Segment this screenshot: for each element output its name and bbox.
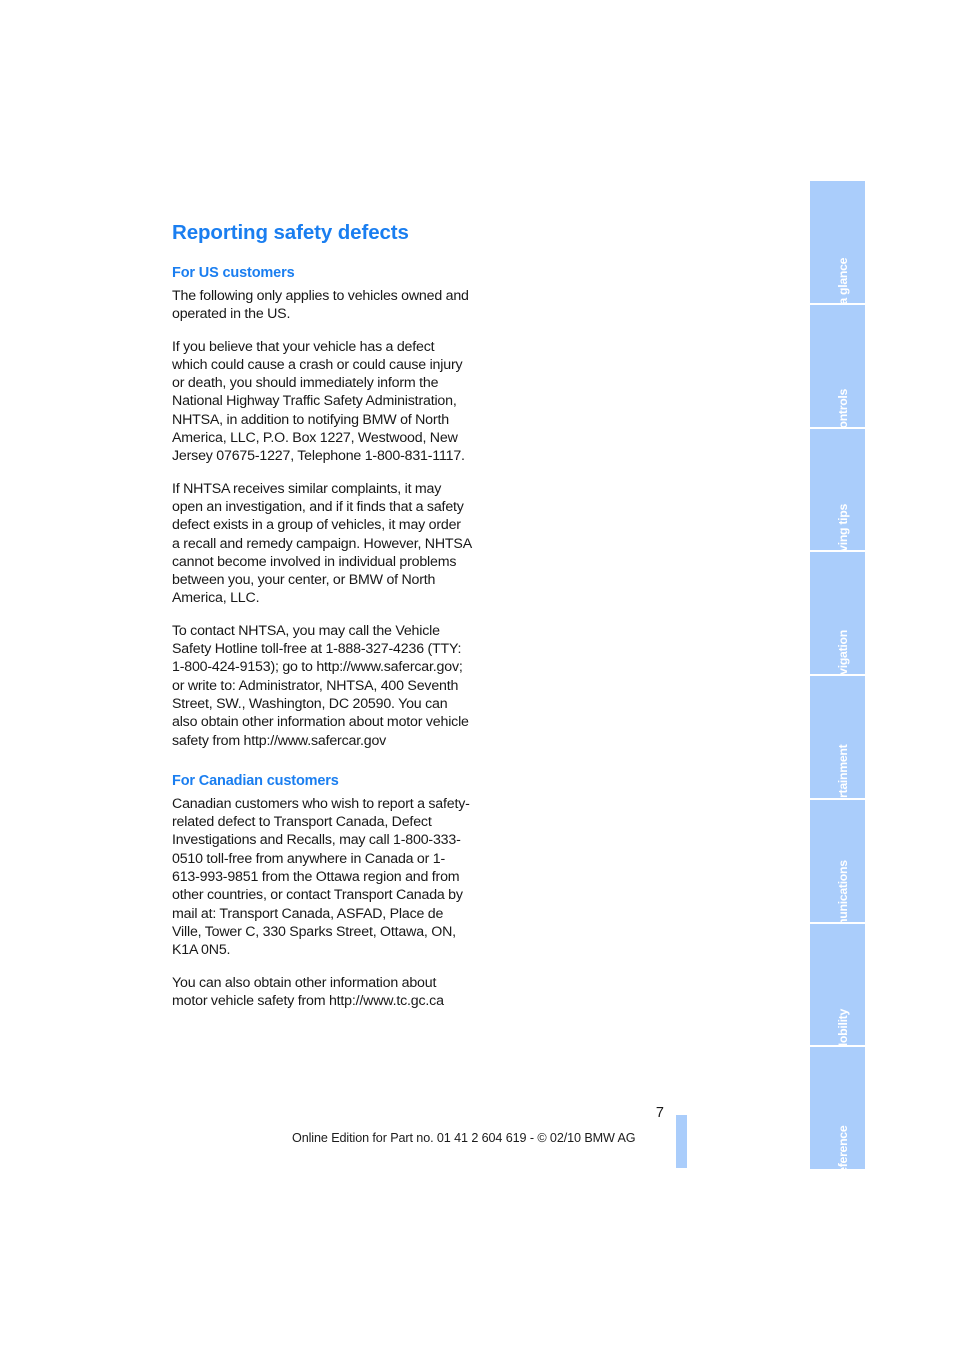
tab-label: Navigation	[836, 630, 850, 676]
paragraph: To contact NHTSA, you may call the Vehic…	[172, 622, 469, 749]
tab-label: Reference	[836, 1125, 850, 1169]
tab-label: Communications	[836, 859, 850, 924]
thumb-index-tab-strip: At a glance Controls Driving tips Naviga…	[810, 181, 865, 1169]
page-number: 7	[655, 1105, 664, 1121]
tab-navigation[interactable]: Navigation	[810, 552, 865, 676]
page-title: Reporting safety defects	[172, 221, 409, 244]
tab-driving-tips[interactable]: Driving tips	[810, 428, 865, 553]
section-heading-us-customers: For US customers	[172, 265, 295, 281]
paragraph: Canadian customers who wish to report a …	[172, 795, 470, 959]
paragraph: The following only applies to vehicles o…	[172, 288, 469, 323]
tab-entertainment[interactable]: Entertainment	[810, 676, 865, 800]
tab-label: Entertainment	[836, 744, 850, 800]
tab-at-a-glance[interactable]: At a glance	[810, 181, 865, 305]
tab-label: Controls	[836, 388, 850, 429]
footer-note: Online Edition for Part no. 01 41 2 604 …	[292, 1131, 636, 1145]
tab-communications[interactable]: Communications	[810, 799, 865, 924]
main-content-column: Reporting safety defects For US customer…	[172, 222, 472, 1010]
tab-label: At a glance	[836, 257, 850, 305]
section-heading-canadian-customers: For Canadian customers	[172, 772, 339, 789]
page-edge-marker	[676, 1115, 687, 1168]
paragraph: If you believe that your vehicle has a d…	[172, 338, 465, 465]
paragraph: If NHTSA receives similar complaints, it…	[172, 480, 472, 607]
tab-label: Driving tips	[836, 504, 850, 553]
manual-page: Reporting safety defects For US customer…	[0, 0, 954, 1350]
tab-label: Mobility	[836, 1009, 850, 1048]
tab-controls[interactable]: Controls	[810, 304, 865, 429]
paragraph: You can also obtain other information ab…	[172, 974, 444, 1009]
tab-reference[interactable]: Reference	[810, 1047, 865, 1169]
tab-mobility[interactable]: Mobility	[810, 923, 865, 1048]
